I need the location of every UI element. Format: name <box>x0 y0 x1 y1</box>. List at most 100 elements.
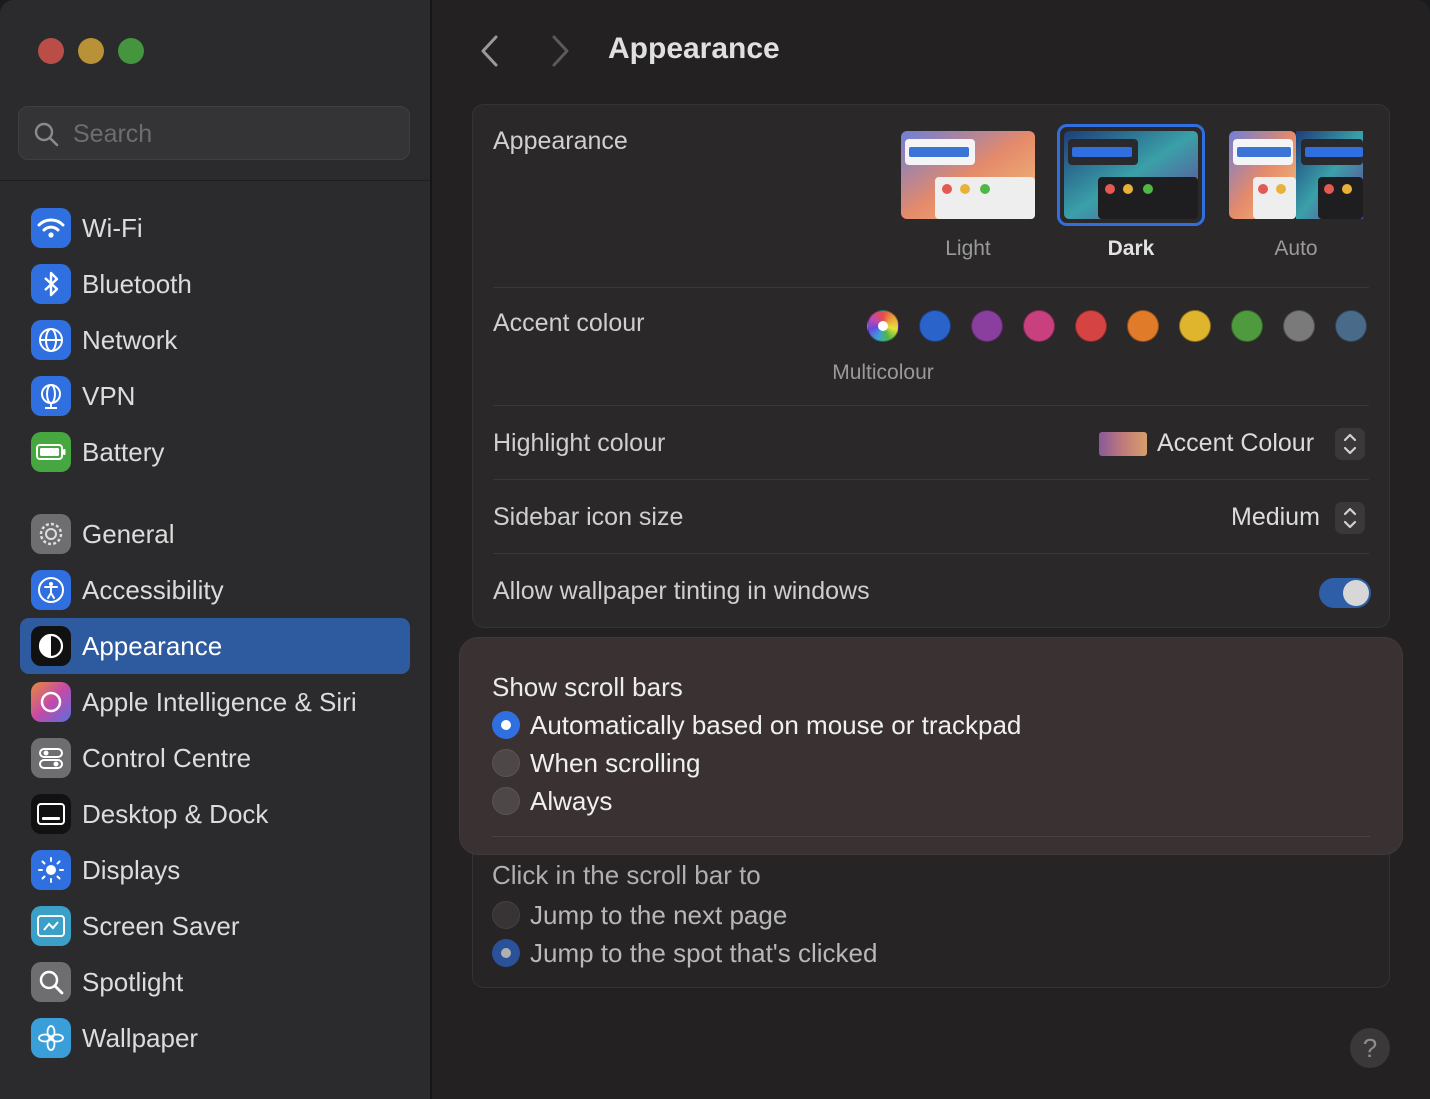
sidebar-item-vpn[interactable]: VPN <box>20 368 410 424</box>
accessibility-icon <box>31 570 71 610</box>
row-divider <box>493 287 1369 288</box>
scroll-bars-when-scrolling-radio[interactable] <box>492 749 520 777</box>
auto-mode-thumbnail-icon <box>1229 131 1363 219</box>
vpn-icon <box>31 376 71 416</box>
accent-selected-caption: Multicolour <box>832 361 934 384</box>
accent-swatch-pink[interactable] <box>1023 310 1055 342</box>
scroll-bars-auto-radio[interactable] <box>492 711 520 739</box>
zoom-window-button[interactable] <box>118 38 144 64</box>
highlight-colour-stepper[interactable] <box>1335 428 1365 460</box>
accent-swatch-multicolour[interactable] <box>867 310 899 342</box>
siri-icon <box>31 682 71 722</box>
highlight-colour-value[interactable]: Accent Colour <box>1157 429 1314 458</box>
wallpaper-tinting-label: Allow wallpaper tinting in windows <box>493 577 870 605</box>
sidebar-item-network[interactable]: Network <box>20 312 410 368</box>
jump-next-page-radio[interactable] <box>492 901 520 929</box>
accent-swatch-green[interactable] <box>1231 310 1263 342</box>
displays-icon <box>31 850 71 890</box>
control-centre-icon <box>31 738 71 778</box>
appearance-option-auto-label: Auto <box>1274 237 1318 260</box>
close-window-button[interactable] <box>38 38 64 64</box>
sidebar-item-bluetooth[interactable]: Bluetooth <box>20 256 410 312</box>
sidebar-divider <box>0 180 430 181</box>
sidebar-item-wifi[interactable]: Wi-Fi <box>20 200 410 256</box>
screen-saver-icon <box>31 906 71 946</box>
up-down-chevron-icon <box>1343 507 1357 529</box>
sidebar-item-label: Spotlight <box>82 966 184 997</box>
sidebar-item-label: General <box>82 518 175 549</box>
show-scroll-bars-label: Show scroll bars <box>492 672 683 702</box>
appearance-label: Appearance <box>493 127 628 155</box>
sidebar-item-label: Bluetooth <box>82 268 192 299</box>
minimize-window-button[interactable] <box>78 38 104 64</box>
toggle-knob <box>1343 580 1369 606</box>
sidebar-item-wallpaper[interactable]: Wallpaper <box>20 1010 410 1066</box>
sidebar-item-label: Accessibility <box>82 574 224 605</box>
wallpaper-icon <box>31 1018 71 1058</box>
dark-mode-thumbnail-icon <box>1064 131 1198 219</box>
sidebar-item-label: Wi-Fi <box>82 212 143 243</box>
accent-swatch-slate[interactable] <box>1335 310 1367 342</box>
back-chevron-icon[interactable] <box>478 34 502 68</box>
appearance-option-dark-label: Dark <box>1107 237 1155 260</box>
accent-swatch-graphite[interactable] <box>1283 310 1315 342</box>
sidebar-item-label: Wallpaper <box>82 1022 199 1053</box>
scroll-bars-always-label[interactable]: Always <box>530 786 612 817</box>
sidebar-item-battery[interactable]: Battery <box>20 424 410 480</box>
show-scroll-bars-highlight: Show scroll bars Automatically based on … <box>460 638 1402 854</box>
scroll-bars-auto-label[interactable]: Automatically based on mouse or trackpad <box>530 710 1021 741</box>
accent-swatch-blue[interactable] <box>919 310 951 342</box>
scroll-bars-when-scrolling-label[interactable]: When scrolling <box>530 748 701 779</box>
sidebar-item-general[interactable]: General <box>20 506 410 562</box>
highlight-colour-label: Highlight colour <box>493 429 666 457</box>
sidebar-item-label: Displays <box>82 854 181 885</box>
selected-dot-icon <box>878 321 888 331</box>
sidebar-item-label: Appearance <box>82 630 223 661</box>
sidebar-item-label: Network <box>82 324 178 355</box>
sidebar-item-control-centre[interactable]: Control Centre <box>20 730 410 786</box>
sidebar-icon-size-stepper[interactable] <box>1335 502 1365 534</box>
jump-spot-clicked-radio[interactable] <box>492 939 520 967</box>
appearance-option-light[interactable] <box>901 131 1035 224</box>
bluetooth-icon <box>31 264 71 304</box>
sidebar-item-label: Battery <box>82 436 165 467</box>
appearance-option-auto[interactable] <box>1229 131 1363 224</box>
appearance-settings-group: Appearance Light Dark Auto Accent colour… <box>472 104 1390 628</box>
click-scroll-bar-label: Click in the scroll bar to <box>492 860 761 890</box>
sidebar-item-apple-intelligence-siri[interactable]: Apple Intelligence & Siri <box>20 674 410 730</box>
accent-swatch-red[interactable] <box>1075 310 1107 342</box>
sidebar-item-screen-saver[interactable]: Screen Saver <box>20 898 410 954</box>
accent-swatch-yellow[interactable] <box>1179 310 1211 342</box>
jump-spot-clicked-label[interactable]: Jump to the spot that's clicked <box>530 938 877 969</box>
appearance-icon <box>31 626 71 666</box>
settings-window: Search Wi-Fi Bluetooth Network VPN Batte… <box>0 0 1430 1099</box>
sidebar-item-spotlight[interactable]: Spotlight <box>20 954 410 1010</box>
scroll-bars-always-radio[interactable] <box>492 787 520 815</box>
sidebar: Search Wi-Fi Bluetooth Network VPN Batte… <box>0 0 432 1099</box>
highlight-colour-preview <box>1099 432 1147 456</box>
row-divider <box>493 405 1369 406</box>
sidebar-item-label: Screen Saver <box>82 910 240 941</box>
accent-swatch-orange[interactable] <box>1127 310 1159 342</box>
accent-swatch-purple[interactable] <box>971 310 1003 342</box>
forward-chevron-icon[interactable] <box>548 34 572 68</box>
jump-next-page-label[interactable]: Jump to the next page <box>530 900 787 931</box>
sidebar-item-label: Desktop & Dock <box>82 798 269 829</box>
light-mode-thumbnail-icon <box>901 131 1035 219</box>
sidebar-icon-size-value[interactable]: Medium <box>1231 503 1320 532</box>
wallpaper-tinting-toggle[interactable] <box>1319 578 1371 608</box>
sidebar-item-displays[interactable]: Displays <box>20 842 410 898</box>
help-button[interactable]: ? <box>1350 1028 1390 1068</box>
search-icon <box>34 122 59 147</box>
search-input[interactable]: Search <box>18 106 410 160</box>
appearance-option-dark[interactable] <box>1057 124 1205 226</box>
accent-colour-label: Accent colour <box>493 309 645 337</box>
sidebar-item-desktop-dock[interactable]: Desktop & Dock <box>20 786 410 842</box>
sidebar-item-accessibility[interactable]: Accessibility <box>20 562 410 618</box>
desktop-dock-icon <box>31 794 71 834</box>
sidebar-item-label: Control Centre <box>82 742 252 773</box>
sidebar-item-label: Apple Intelligence & Siri <box>82 686 357 717</box>
sidebar-item-label: VPN <box>82 380 136 411</box>
sidebar-item-appearance[interactable]: Appearance <box>20 618 410 674</box>
page-title: Appearance <box>608 32 780 65</box>
